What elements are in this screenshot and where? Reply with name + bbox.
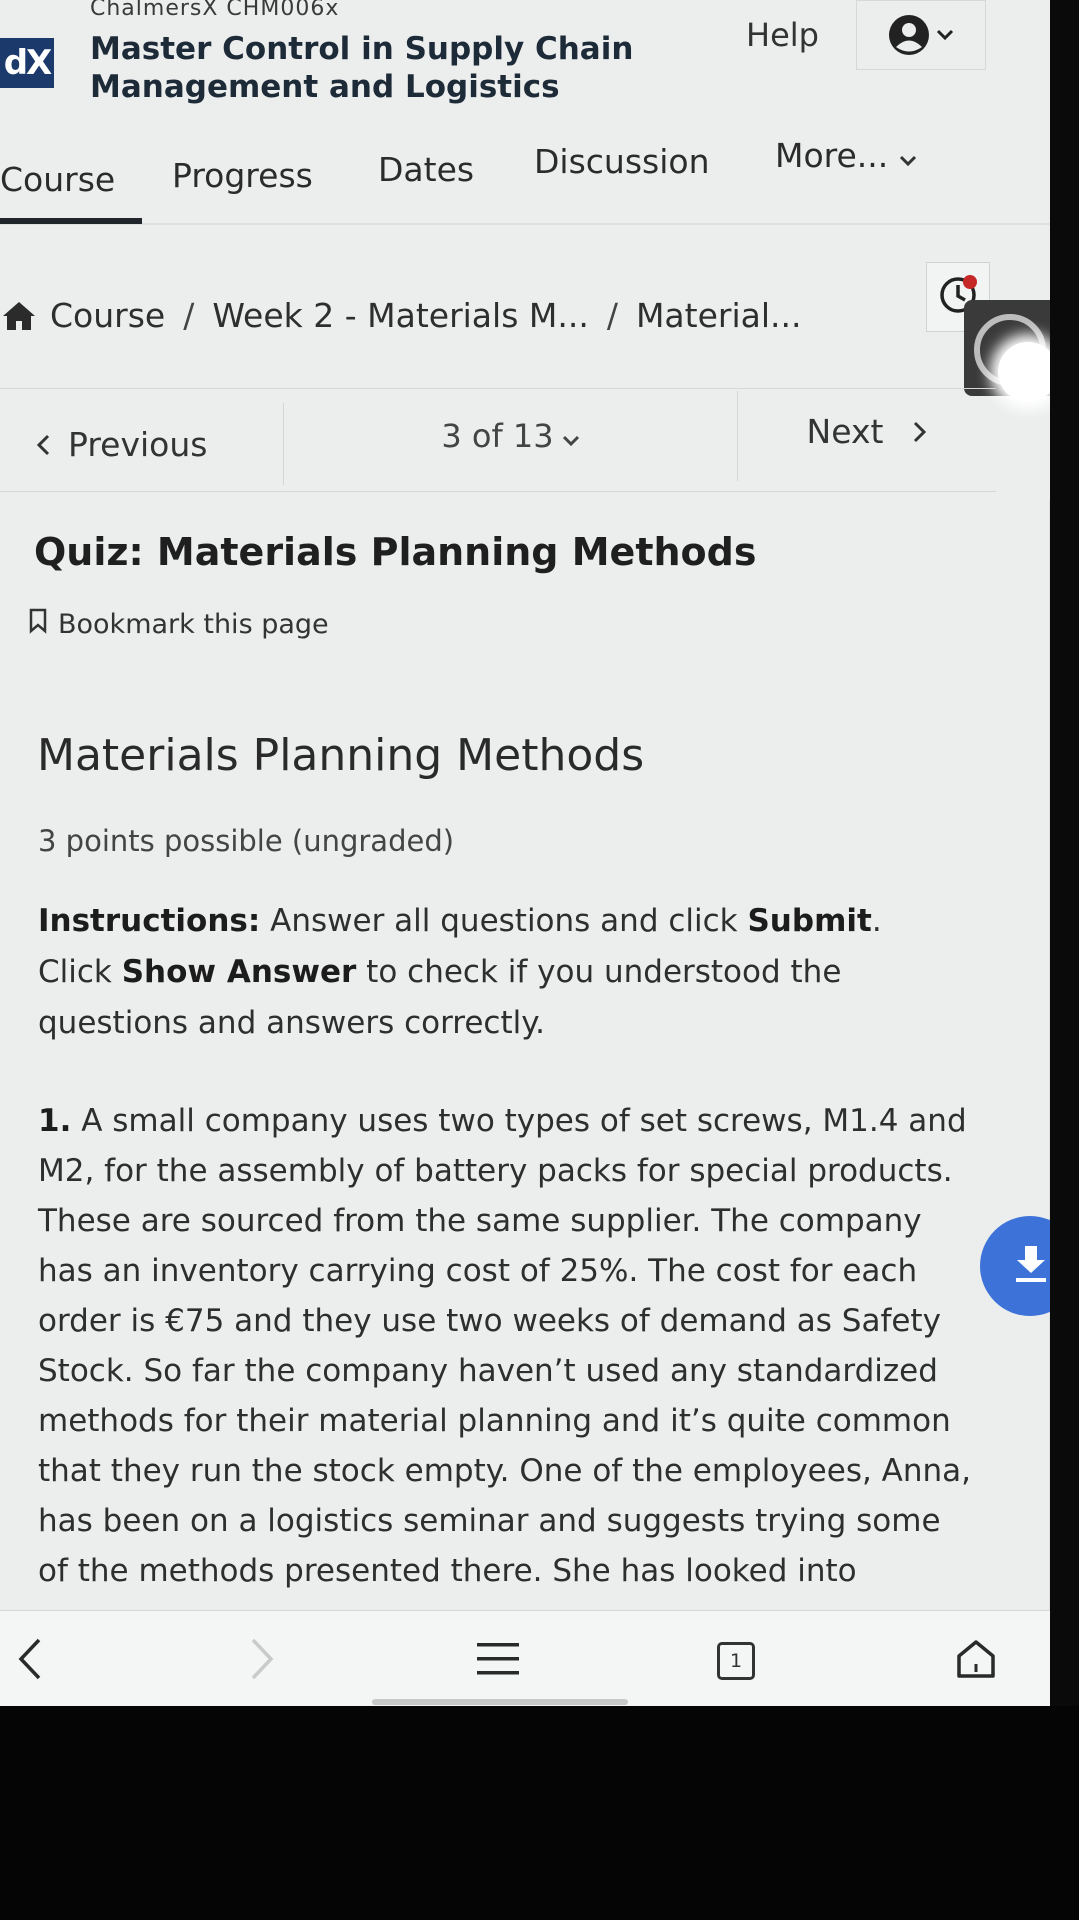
phone-screen: ChalmersX CHM006x dX Master Control in S…: [0, 0, 1050, 1706]
device-bezel-bottom: [0, 1706, 1079, 1920]
bookmark-label: Bookmark this page: [58, 609, 329, 640]
tab-course[interactable]: Course: [0, 160, 115, 199]
browser-back-button[interactable]: [0, 1631, 60, 1691]
hamburger-menu-icon: [477, 1641, 519, 1681]
help-link[interactable]: Help: [746, 16, 819, 54]
breadcrumb-separator: /: [183, 296, 195, 335]
breadcrumb: Course / Week 2 - Materials M... / Mater…: [0, 296, 802, 335]
tab-progress[interactable]: Progress: [172, 156, 313, 195]
chevron-right-icon: [249, 1637, 275, 1685]
tab-dates[interactable]: Dates: [378, 150, 474, 189]
tab-count: 1: [717, 1642, 755, 1680]
bookmark-icon: [28, 608, 48, 641]
chevron-down-icon: [562, 417, 580, 455]
next-label: Next: [806, 411, 884, 451]
points-possible: 3 points possible (ungraded): [38, 824, 455, 858]
next-button[interactable]: Next: [738, 389, 996, 473]
scroll-indicator: [372, 1699, 628, 1705]
breadcrumb-week[interactable]: Week 2 - Materials M...: [212, 296, 588, 335]
instructions-part-1: Answer all questions and click: [260, 903, 748, 939]
question-1-text: 1. A small company uses two types of set…: [38, 1096, 974, 1596]
bubble-glow: [998, 342, 1050, 402]
unit-position-label: 3 of 13: [441, 417, 554, 455]
browser-toolbar: 1: [0, 1610, 1050, 1706]
question-number: 1.: [38, 1103, 72, 1139]
breadcrumb-separator: /: [606, 296, 618, 335]
problem-title: Materials Planning Methods: [37, 730, 645, 781]
breadcrumb-section[interactable]: Material...: [636, 296, 802, 335]
chevron-down-icon: [936, 29, 954, 41]
unit-content: Quiz: Materials Planning Methods Bookmar…: [0, 500, 1050, 1610]
bookmark-button[interactable]: Bookmark this page: [28, 608, 329, 641]
browser-menu-button[interactable]: [468, 1631, 528, 1691]
course-header: ChalmersX CHM006x dX Master Control in S…: [0, 0, 1050, 115]
chevron-left-icon: [17, 1637, 43, 1685]
home-icon[interactable]: [0, 299, 38, 333]
submit-keyword: Submit: [747, 903, 872, 939]
previous-button[interactable]: Previous: [0, 403, 284, 485]
question-body: A small company uses two types of set sc…: [38, 1103, 972, 1589]
instructions-text: Instructions: Answer all questions and c…: [38, 896, 918, 1049]
org-course-code: ChalmersX CHM006x: [90, 0, 340, 21]
notification-dot: [963, 275, 977, 289]
edx-logo[interactable]: dX: [0, 38, 54, 88]
course-tabs: Course Progress Dates Discussion More...: [0, 130, 1050, 225]
instructions-label: Instructions:: [38, 903, 261, 939]
device-bezel-right: [1050, 0, 1079, 1920]
breadcrumb-course[interactable]: Course: [50, 296, 165, 335]
course-title: Master Control in Supply Chain Managemen…: [90, 31, 634, 105]
tab-more[interactable]: More...: [775, 136, 917, 175]
browser-forward-button[interactable]: [232, 1631, 292, 1691]
browser-tabs-button[interactable]: 1: [706, 1631, 766, 1691]
download-icon: [1014, 1244, 1048, 1288]
browser-home-button[interactable]: [946, 1631, 1006, 1691]
unit-position-dropdown[interactable]: 3 of 13: [284, 391, 738, 481]
chevron-down-icon: [899, 136, 917, 175]
chevron-right-icon: [913, 412, 927, 451]
chevron-left-icon: [36, 425, 50, 464]
user-circle-icon: [888, 14, 930, 56]
tab-discussion[interactable]: Discussion: [534, 142, 710, 181]
tab-more-label: More...: [775, 136, 889, 175]
previous-label: Previous: [68, 424, 208, 464]
unit-title: Quiz: Materials Planning Methods: [34, 530, 757, 574]
floating-assistant-bubble[interactable]: [964, 300, 1050, 402]
show-answer-keyword: Show Answer: [121, 954, 357, 990]
sequence-navigation: Previous 3 of 13 Next: [0, 388, 996, 492]
home-outline-icon: [955, 1638, 997, 1684]
active-tab-indicator: [0, 218, 142, 224]
user-menu-button[interactable]: [856, 0, 986, 70]
